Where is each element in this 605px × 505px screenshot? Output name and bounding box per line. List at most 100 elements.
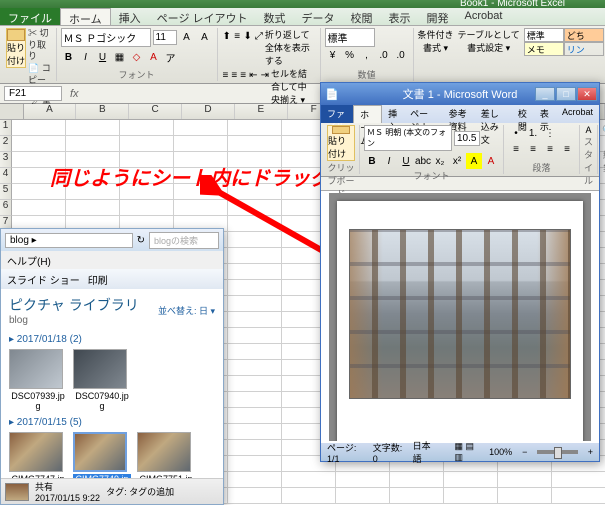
- cell[interactable]: [444, 472, 498, 488]
- word-tab-insert[interactable]: 挿入: [382, 105, 404, 123]
- maximize-button[interactable]: □: [556, 87, 576, 101]
- orientation-button[interactable]: ⤢: [254, 28, 264, 44]
- inc-decimal-button[interactable]: .0: [376, 47, 392, 63]
- fill-color-button[interactable]: ◇: [129, 49, 145, 65]
- tab-insert[interactable]: 挿入: [111, 8, 149, 25]
- numbering-button[interactable]: 1.: [525, 125, 541, 141]
- cell[interactable]: [174, 120, 228, 136]
- word-count[interactable]: 文字数: 0: [373, 441, 403, 464]
- cell[interactable]: [228, 440, 282, 456]
- cell[interactable]: [552, 488, 605, 504]
- style-normal[interactable]: 標準: [524, 28, 564, 42]
- cell[interactable]: [282, 472, 336, 488]
- row-5[interactable]: 5: [0, 184, 12, 200]
- bold-button[interactable]: B: [61, 49, 77, 65]
- word-titlebar[interactable]: 📄 文書 1 - Microsoft Word _ □ ✕: [321, 83, 599, 105]
- cell[interactable]: [228, 472, 282, 488]
- select-all-corner[interactable]: [0, 104, 24, 119]
- cell[interactable]: [66, 136, 120, 152]
- style-bad[interactable]: どち: [564, 28, 604, 42]
- cell[interactable]: [228, 344, 282, 360]
- word-strike-button[interactable]: abc: [415, 153, 431, 169]
- tab-file[interactable]: ファイル: [0, 8, 60, 25]
- underline-button[interactable]: U: [95, 49, 111, 65]
- fx-icon[interactable]: fx: [66, 88, 83, 100]
- merge-button[interactable]: セルを結合して中央揃え ▾: [271, 67, 316, 106]
- percent-button[interactable]: %: [342, 47, 358, 63]
- file-thumb[interactable]: DSC07940.jpg: [73, 349, 131, 411]
- cell[interactable]: [228, 456, 282, 472]
- word-document-area[interactable]: [329, 193, 591, 441]
- word-size-select[interactable]: 10.5: [454, 131, 480, 146]
- cell[interactable]: [390, 472, 444, 488]
- word-paste-button[interactable]: 貼り付け: [327, 125, 355, 161]
- tab-view[interactable]: 表示: [381, 8, 419, 25]
- align-left-button[interactable]: ≡: [222, 67, 230, 83]
- zoom-out-button[interactable]: −: [522, 447, 527, 457]
- word-underline-button[interactable]: U: [398, 153, 414, 169]
- excel-titlebar[interactable]: Book1 - Microsoft Excel: [0, 0, 605, 8]
- date-label-2[interactable]: ▸ 2017/01/15 (5): [9, 417, 215, 428]
- indent-dec-button[interactable]: ⇤: [248, 67, 258, 83]
- cell[interactable]: [120, 120, 174, 136]
- border-button[interactable]: ▦: [112, 49, 128, 65]
- cut-button[interactable]: ✂ 切り取り: [28, 28, 52, 63]
- slideshow-button[interactable]: スライド ショー: [7, 272, 80, 287]
- minimize-button[interactable]: _: [535, 87, 555, 101]
- col-c[interactable]: C: [129, 104, 182, 119]
- cell[interactable]: [228, 360, 282, 376]
- word-page[interactable]: [337, 201, 583, 441]
- word-tab-review[interactable]: 校閲: [512, 105, 534, 123]
- help-menu[interactable]: ヘルプ(H): [7, 257, 51, 268]
- cell[interactable]: [228, 312, 282, 328]
- word-style-label[interactable]: スタイル: [584, 135, 593, 187]
- italic-button[interactable]: I: [78, 49, 94, 65]
- cell[interactable]: [228, 296, 282, 312]
- font-size-select[interactable]: 11: [153, 30, 177, 45]
- phonetic-button[interactable]: ア: [163, 49, 179, 65]
- wrap-text-button[interactable]: 折り返して全体を表示する: [265, 28, 316, 67]
- align-center-button[interactable]: ≡: [230, 67, 238, 83]
- page-indicator[interactable]: ページ: 1/1: [327, 441, 363, 464]
- word-tab-home[interactable]: ホーム: [353, 105, 382, 123]
- cell[interactable]: [228, 392, 282, 408]
- paste-button[interactable]: 貼り付け: [6, 28, 26, 68]
- cell[interactable]: [120, 200, 174, 216]
- zoom-in-button[interactable]: +: [588, 447, 593, 457]
- cond-format-button[interactable]: 条件付き 書式 ▾: [418, 28, 454, 54]
- cell[interactable]: [552, 472, 605, 488]
- cell[interactable]: [336, 472, 390, 488]
- language-indicator[interactable]: 日本語: [413, 439, 435, 465]
- row-6[interactable]: 6: [0, 200, 12, 216]
- cell[interactable]: [282, 488, 336, 504]
- word-italic-button[interactable]: I: [381, 153, 397, 169]
- align-middle-button[interactable]: ≡: [233, 28, 242, 44]
- cell[interactable]: [12, 136, 66, 152]
- tab-layout[interactable]: ページ レイアウト: [149, 8, 256, 25]
- align-right-button[interactable]: ≡: [239, 67, 247, 83]
- print-button[interactable]: 印刷: [88, 272, 108, 287]
- tab-review[interactable]: 校閲: [343, 8, 381, 25]
- cell[interactable]: [498, 488, 552, 504]
- cell[interactable]: [498, 472, 552, 488]
- zoom-label[interactable]: 100%: [489, 447, 512, 457]
- cell[interactable]: [228, 488, 282, 504]
- sort-dropdown[interactable]: 並べ替え: 日 ▾: [158, 304, 215, 317]
- tab-acrobat[interactable]: Acrobat: [457, 8, 511, 25]
- style-link[interactable]: リン: [564, 42, 604, 56]
- status-tag[interactable]: タグ: タグの追加: [106, 485, 174, 498]
- indent-inc-button[interactable]: ⇥: [260, 67, 270, 83]
- cell[interactable]: [66, 200, 120, 216]
- row-1[interactable]: 1: [0, 120, 12, 136]
- word-bold-button[interactable]: B: [364, 153, 380, 169]
- word-tab-acrobat[interactable]: Acrobat: [556, 105, 599, 123]
- multilevel-button[interactable]: ⋮: [542, 125, 558, 141]
- word-align-center[interactable]: ≡: [525, 141, 541, 157]
- cell[interactable]: [228, 280, 282, 296]
- align-bottom-button[interactable]: ⬇: [242, 28, 252, 44]
- cell[interactable]: [228, 424, 282, 440]
- word-tab-ref[interactable]: 参考資料: [443, 105, 475, 123]
- inserted-photo[interactable]: [349, 229, 571, 399]
- dec-decimal-button[interactable]: .0: [393, 47, 409, 63]
- font-color-button[interactable]: A: [146, 49, 162, 65]
